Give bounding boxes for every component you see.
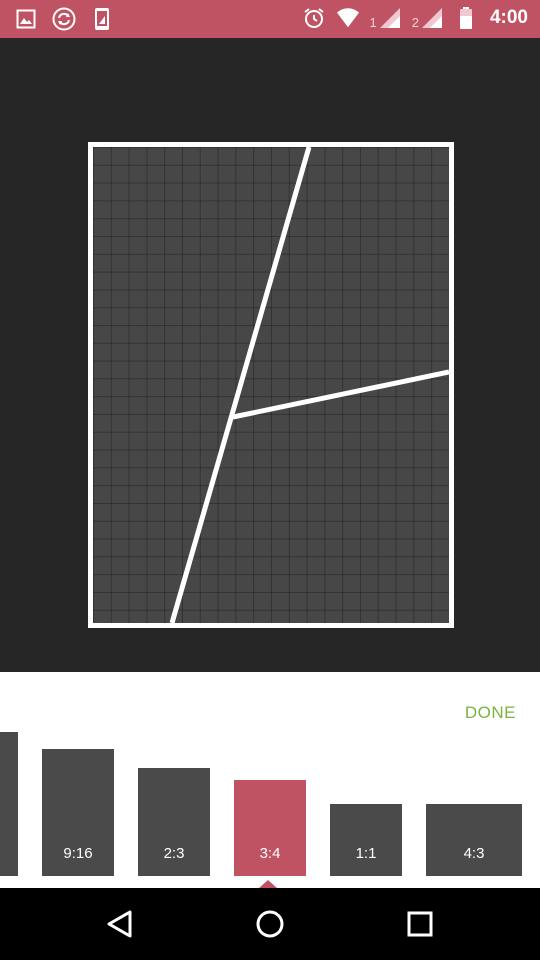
sim1-label: 1 [369, 15, 377, 30]
recents-icon [407, 911, 433, 937]
home-icon [256, 910, 284, 938]
collage-frame[interactable] [88, 142, 454, 628]
ratio-tile-9-16[interactable]: 9:16 [42, 749, 114, 876]
ratio-tile-1-1[interactable]: 1:1 [330, 804, 402, 876]
status-bar: 1 2 4:00 [0, 0, 540, 38]
back-button[interactable] [100, 906, 140, 942]
ratio-label: 3:4 [259, 845, 281, 862]
home-button[interactable] [250, 906, 290, 942]
alarm-icon [302, 6, 326, 30]
sync-icon [52, 7, 76, 31]
horizontal-divider [232, 369, 449, 420]
recents-button[interactable] [400, 906, 440, 942]
navigation-bar [0, 888, 540, 960]
back-icon [107, 910, 132, 938]
collage-divider-lines[interactable] [93, 147, 449, 623]
done-button[interactable]: DONE [463, 699, 518, 727]
ratio-label: 1:1 [355, 845, 377, 862]
gallery-icon [14, 7, 38, 31]
collage-canvas-area [0, 38, 540, 672]
selected-ratio-indicator [259, 880, 277, 888]
ratio-tile-4-3[interactable]: 4:3 [426, 804, 522, 876]
ratio-tile-partial[interactable] [0, 732, 18, 876]
phone-screenshot-icon [90, 7, 114, 31]
diagonal-divider [169, 147, 312, 623]
ratio-tile-3-4[interactable]: 3:4 [234, 780, 306, 876]
signal-icon [420, 6, 444, 30]
ratio-label: 2:3 [163, 845, 185, 862]
battery-icon [454, 6, 478, 30]
signal-icon [378, 6, 402, 30]
wifi-icon [336, 6, 360, 30]
ratio-label: 9:16 [63, 845, 93, 862]
sim2-label: 2 [411, 15, 419, 30]
ratio-tile-2-3[interactable]: 2:3 [138, 768, 210, 876]
clock-time: 4:00 [489, 7, 528, 28]
ratio-label: 4:3 [463, 845, 485, 862]
